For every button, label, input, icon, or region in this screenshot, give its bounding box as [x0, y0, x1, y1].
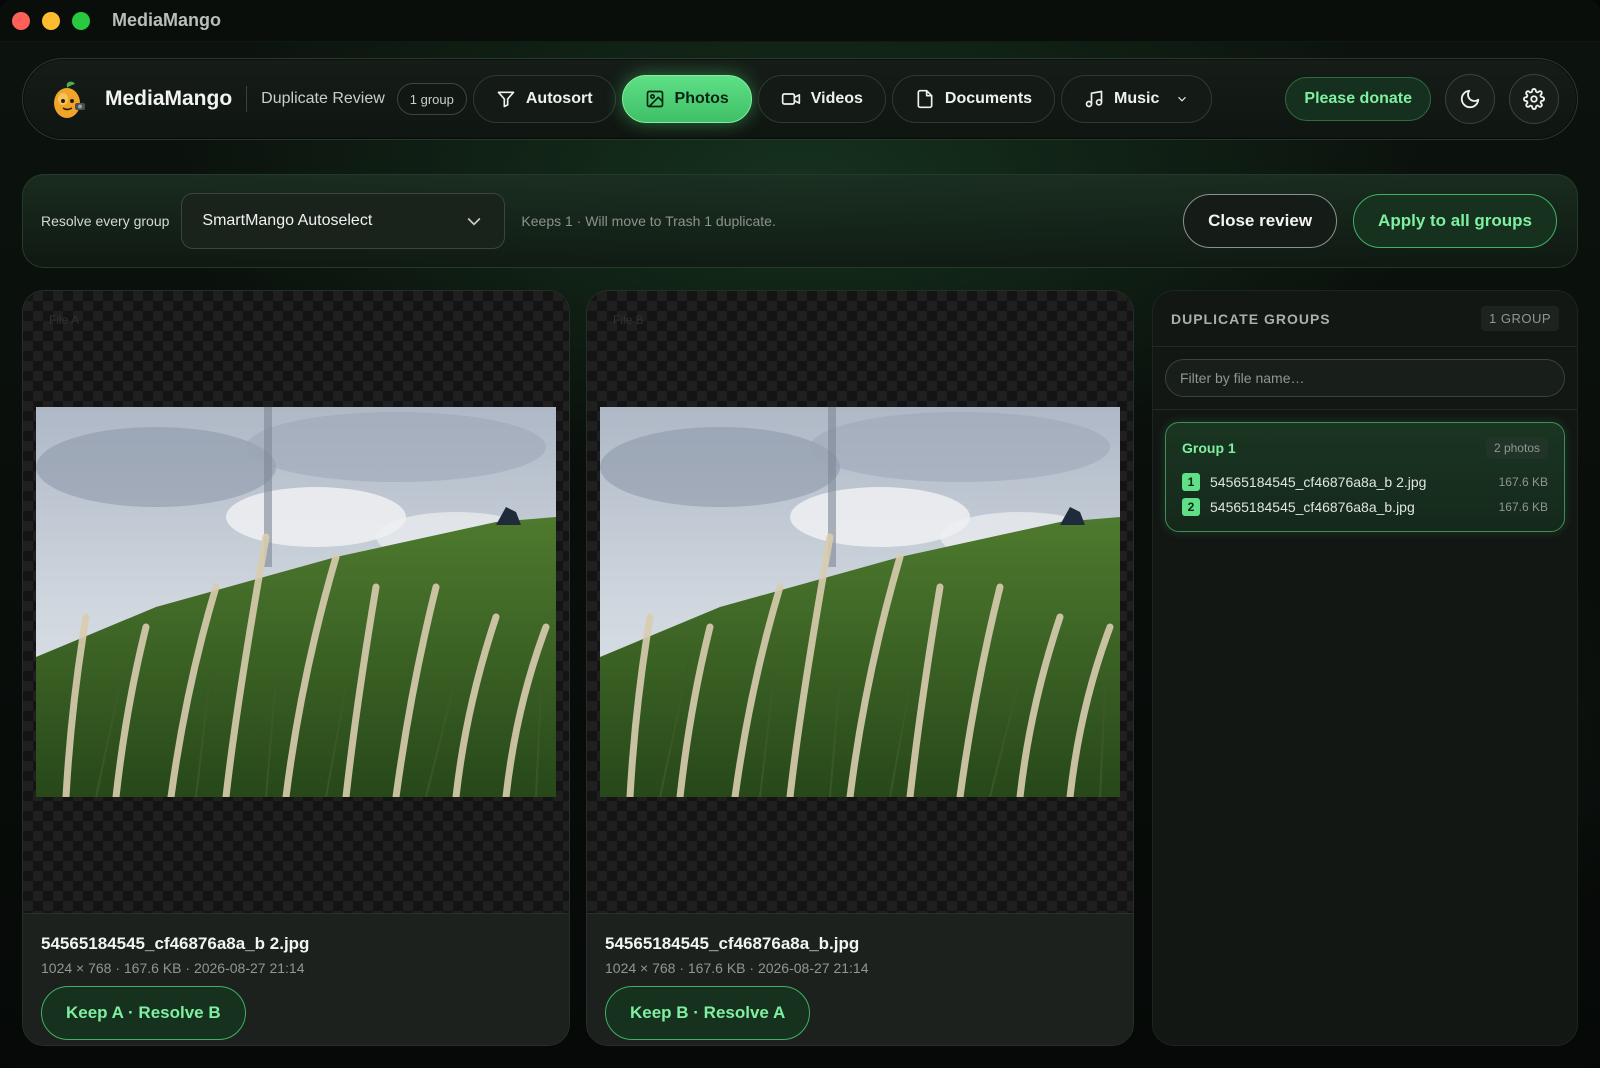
image-icon — [646, 90, 663, 108]
nav-videos-button[interactable]: Videos — [757, 75, 886, 123]
file-tag: File A — [49, 313, 80, 327]
file-meta: 1024 × 768 · 167.6 KB · 2026-08-27 21:14 — [605, 960, 869, 976]
file-b-panel: File B 54565184545_cf46876a8a_b.jpg 1024… — [586, 290, 1134, 1046]
group-file-size: 167.6 KB — [1498, 499, 1548, 514]
nav-photos-label: Photos — [674, 90, 729, 107]
file-tag: File B — [613, 313, 644, 327]
nav-photos-button[interactable]: Photos — [621, 75, 752, 123]
keep-b-button[interactable]: Keep B · Resolve A — [605, 986, 811, 1040]
top-navbar: MediaMango Duplicate Review 1 group Auto… — [22, 58, 1578, 140]
list-item[interactable]: 2 54565184545_cf46876a8a_b.jpg 167.6 KB — [1182, 494, 1548, 519]
nav-autosort-button[interactable]: Autosort — [472, 75, 616, 123]
nav-music-label: Music — [1114, 90, 1160, 107]
file-a-panel: File A 54565184545_cf46876a8a_b 2.jpg 10… — [22, 290, 570, 1046]
settings-button[interactable] — [1509, 74, 1559, 124]
apply-all-groups-button[interactable]: Apply to all groups — [1353, 194, 1557, 248]
photo-preview — [600, 407, 1120, 797]
app-window: MediaMango MediaMango Duplicate Review 1… — [0, 0, 1600, 1068]
donate-button[interactable]: Please donate — [1285, 77, 1431, 121]
photo-preview — [36, 407, 556, 797]
sidebar-header: DUPLICATE GROUPS 1 GROUP — [1153, 291, 1577, 347]
file-index-badge: 1 — [1182, 472, 1200, 491]
nav-music-button[interactable]: Music — [1061, 75, 1213, 123]
moon-icon — [1460, 89, 1480, 109]
group-count-badge: 1 group — [396, 83, 467, 115]
close-window-button[interactable] — [12, 11, 30, 30]
minimize-window-button[interactable] — [42, 11, 60, 30]
group-header: Group 1 2 photos — [1182, 437, 1548, 459]
group-count: 1 GROUP — [1480, 306, 1559, 331]
zoom-window-button[interactable] — [72, 11, 90, 30]
gear-icon — [1523, 88, 1545, 110]
nav-documents-label: Documents — [944, 90, 1033, 107]
file-info: 54565184545_cf46876a8a_b 2.jpg 1024 × 76… — [23, 913, 569, 1045]
brand-name: MediaMango — [105, 87, 233, 110]
file-info: 54565184545_cf46876a8a_b.jpg 1024 × 768 … — [587, 913, 1133, 1045]
group-file-size: 167.6 KB — [1498, 474, 1548, 489]
section-label: Duplicate Review — [261, 90, 385, 107]
list-item[interactable]: 1 54565184545_cf46876a8a_b 2.jpg 167.6 K… — [1182, 469, 1548, 494]
file-index-badge: 2 — [1182, 497, 1200, 516]
nav-autosort-label: Autosort — [525, 90, 593, 107]
resolve-strategy-select[interactable]: SmartMango Autoselect — [181, 193, 506, 249]
filter-icon — [497, 91, 515, 108]
keep-a-button[interactable]: Keep A · Resolve B — [41, 986, 246, 1040]
theme-toggle-button[interactable] — [1445, 74, 1495, 124]
mango-logo-icon — [45, 77, 89, 121]
nav-videos-label: Videos — [810, 90, 863, 107]
resolve-strategy-value: SmartMango Autoselect — [202, 212, 373, 229]
group-photo-count: 2 photos — [1485, 437, 1548, 459]
resolve-label: Resolve every group — [41, 213, 170, 229]
titlebar: MediaMango — [0, 0, 1600, 42]
music-icon — [1085, 90, 1103, 108]
group-card[interactable]: Group 1 2 photos 1 54565184545_cf46876a8… — [1165, 422, 1565, 532]
filter-input[interactable] — [1165, 359, 1565, 397]
file-name: 54565184545_cf46876a8a_b 2.jpg — [41, 934, 310, 953]
video-icon — [781, 93, 800, 105]
chevron-down-icon — [1178, 96, 1187, 102]
nav-documents-button[interactable]: Documents — [891, 75, 1056, 123]
divider — [246, 86, 248, 112]
group-title: Group 1 — [1182, 440, 1236, 456]
filter-wrapper — [1153, 347, 1577, 410]
file-name: 54565184545_cf46876a8a_b.jpg — [605, 934, 860, 953]
file-meta: 1024 × 768 · 167.6 KB · 2026-08-27 21:14 — [41, 960, 305, 976]
document-icon — [917, 89, 933, 109]
window-controls — [12, 11, 90, 30]
close-review-button[interactable]: Close review — [1183, 194, 1338, 248]
sidebar-title: DUPLICATE GROUPS — [1171, 310, 1331, 327]
resolve-hint: Keeps 1 · Will move to Trash 1 duplicate… — [521, 213, 776, 229]
window-title: MediaMango — [112, 10, 222, 30]
chevron-down-icon — [467, 217, 481, 226]
resolve-bar: Resolve every group SmartMango Autoselec… — [22, 174, 1578, 268]
group-file-name: 54565184545_cf46876a8a_b.jpg — [1210, 498, 1415, 515]
group-file-name: 54565184545_cf46876a8a_b 2.jpg — [1210, 473, 1427, 490]
duplicate-groups-sidebar: DUPLICATE GROUPS 1 GROUP Group 1 2 photo… — [1152, 290, 1578, 1046]
